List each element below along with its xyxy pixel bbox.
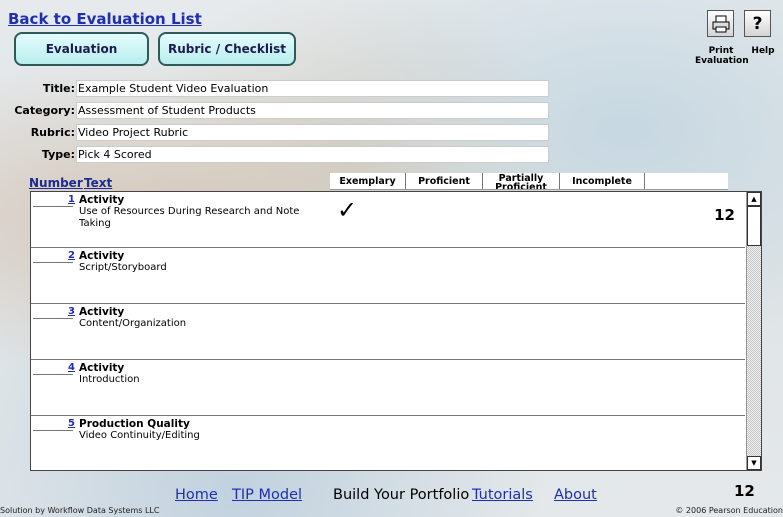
rating-header-proficient: Proficient: [406, 173, 483, 189]
nav-build-portfolio[interactable]: Build Your Portfolio: [333, 487, 469, 503]
nav-about-link[interactable]: About: [554, 487, 597, 503]
print-evaluation-label[interactable]: Print Evaluation: [695, 46, 749, 66]
vertical-scrollbar[interactable]: ▲ ▼: [746, 192, 761, 470]
vendor-credit: Solution by Workflow Data Systems LLC: [0, 506, 160, 515]
row-number-underline: [33, 430, 73, 431]
row-text: Video Continuity/Editing: [79, 430, 200, 441]
title-row: Title: Example Student Video Evaluation: [0, 80, 549, 97]
total-score: 12: [734, 482, 755, 500]
help-icon[interactable]: ?: [744, 10, 771, 37]
row-text: Content/Organization: [79, 318, 187, 329]
row-text: Script/Storyboard: [79, 262, 167, 273]
row-category: Activity: [79, 306, 125, 318]
title-label: Title:: [42, 82, 75, 95]
copyright-notice: © 2006 Pearson Education: [675, 506, 783, 515]
row-category: Production Quality: [79, 418, 190, 430]
nav-tutorials-link[interactable]: Tutorials: [472, 487, 533, 503]
row-text: Use of Resources During Research and Not…: [79, 206, 300, 229]
nav-tip-model-link[interactable]: TIP Model: [232, 487, 302, 503]
row-number-link[interactable]: 1: [31, 194, 75, 205]
back-to-evaluation-list-link[interactable]: Back to Evaluation List: [8, 10, 202, 28]
row-number-underline: [33, 374, 73, 375]
scroll-up-arrow-icon[interactable]: ▲: [747, 192, 761, 206]
column-header-number[interactable]: Number: [29, 176, 83, 190]
rubric-field: Video Project Rubric: [76, 124, 549, 141]
list-item: 4 Activity Introduction: [31, 360, 745, 416]
type-field: Pick 4 Scored: [76, 146, 549, 163]
print-icon[interactable]: [707, 10, 734, 37]
rating-header-partially-proficient: Partially Proficient: [483, 173, 560, 189]
tab-evaluation[interactable]: Evaluation: [14, 32, 149, 66]
rubric-row: Rubric: Video Project Rubric: [0, 124, 549, 141]
row-number-underline: [33, 206, 73, 207]
type-label: Type:: [41, 148, 75, 161]
row-number-underline: [33, 262, 73, 263]
row-number-underline: [33, 318, 73, 319]
row-text: Introduction: [79, 374, 140, 385]
scrollbar-thumb[interactable]: [747, 206, 761, 246]
list-item: 1 Activity Use of Resources During Resea…: [31, 192, 745, 248]
row-score: 12: [714, 206, 735, 224]
rubric-label: Rubric:: [30, 126, 75, 139]
row-number-link[interactable]: 5: [31, 418, 75, 429]
category-label: Category:: [14, 104, 75, 117]
help-label[interactable]: Help: [748, 46, 778, 56]
nav-home-link[interactable]: Home: [175, 487, 218, 503]
row-number-link[interactable]: 2: [31, 250, 75, 261]
list-item: 5 Production Quality Video Continuity/Ed…: [31, 416, 745, 470]
scroll-down-arrow-icon[interactable]: ▼: [747, 456, 761, 470]
rating-header-exemplary: Exemplary: [330, 173, 406, 189]
row-category: Activity: [79, 194, 125, 206]
column-header-text[interactable]: Text: [84, 176, 112, 190]
title-field: Example Student Video Evaluation: [76, 80, 549, 97]
row-category: Activity: [79, 250, 125, 262]
row-category: Activity: [79, 362, 125, 374]
list-item: 2 Activity Script/Storyboard: [31, 248, 745, 304]
checkmark-icon[interactable]: ✓: [337, 196, 357, 224]
tab-rubric-checklist[interactable]: Rubric / Checklist: [158, 32, 296, 66]
type-row: Type: Pick 4 Scored: [0, 146, 549, 163]
rubric-items-list[interactable]: 1 Activity Use of Resources During Resea…: [30, 191, 762, 471]
rating-column-headers: Exemplary Proficient Partially Proficien…: [330, 173, 728, 190]
row-number-link[interactable]: 4: [31, 362, 75, 373]
row-number-link[interactable]: 3: [31, 306, 75, 317]
rating-header-blank: [645, 173, 728, 189]
rating-header-incomplete: Incomplete: [560, 173, 645, 189]
category-field: Assessment of Student Products: [76, 102, 549, 119]
category-row: Category: Assessment of Student Products: [0, 102, 549, 119]
list-item: 3 Activity Content/Organization: [31, 304, 745, 360]
